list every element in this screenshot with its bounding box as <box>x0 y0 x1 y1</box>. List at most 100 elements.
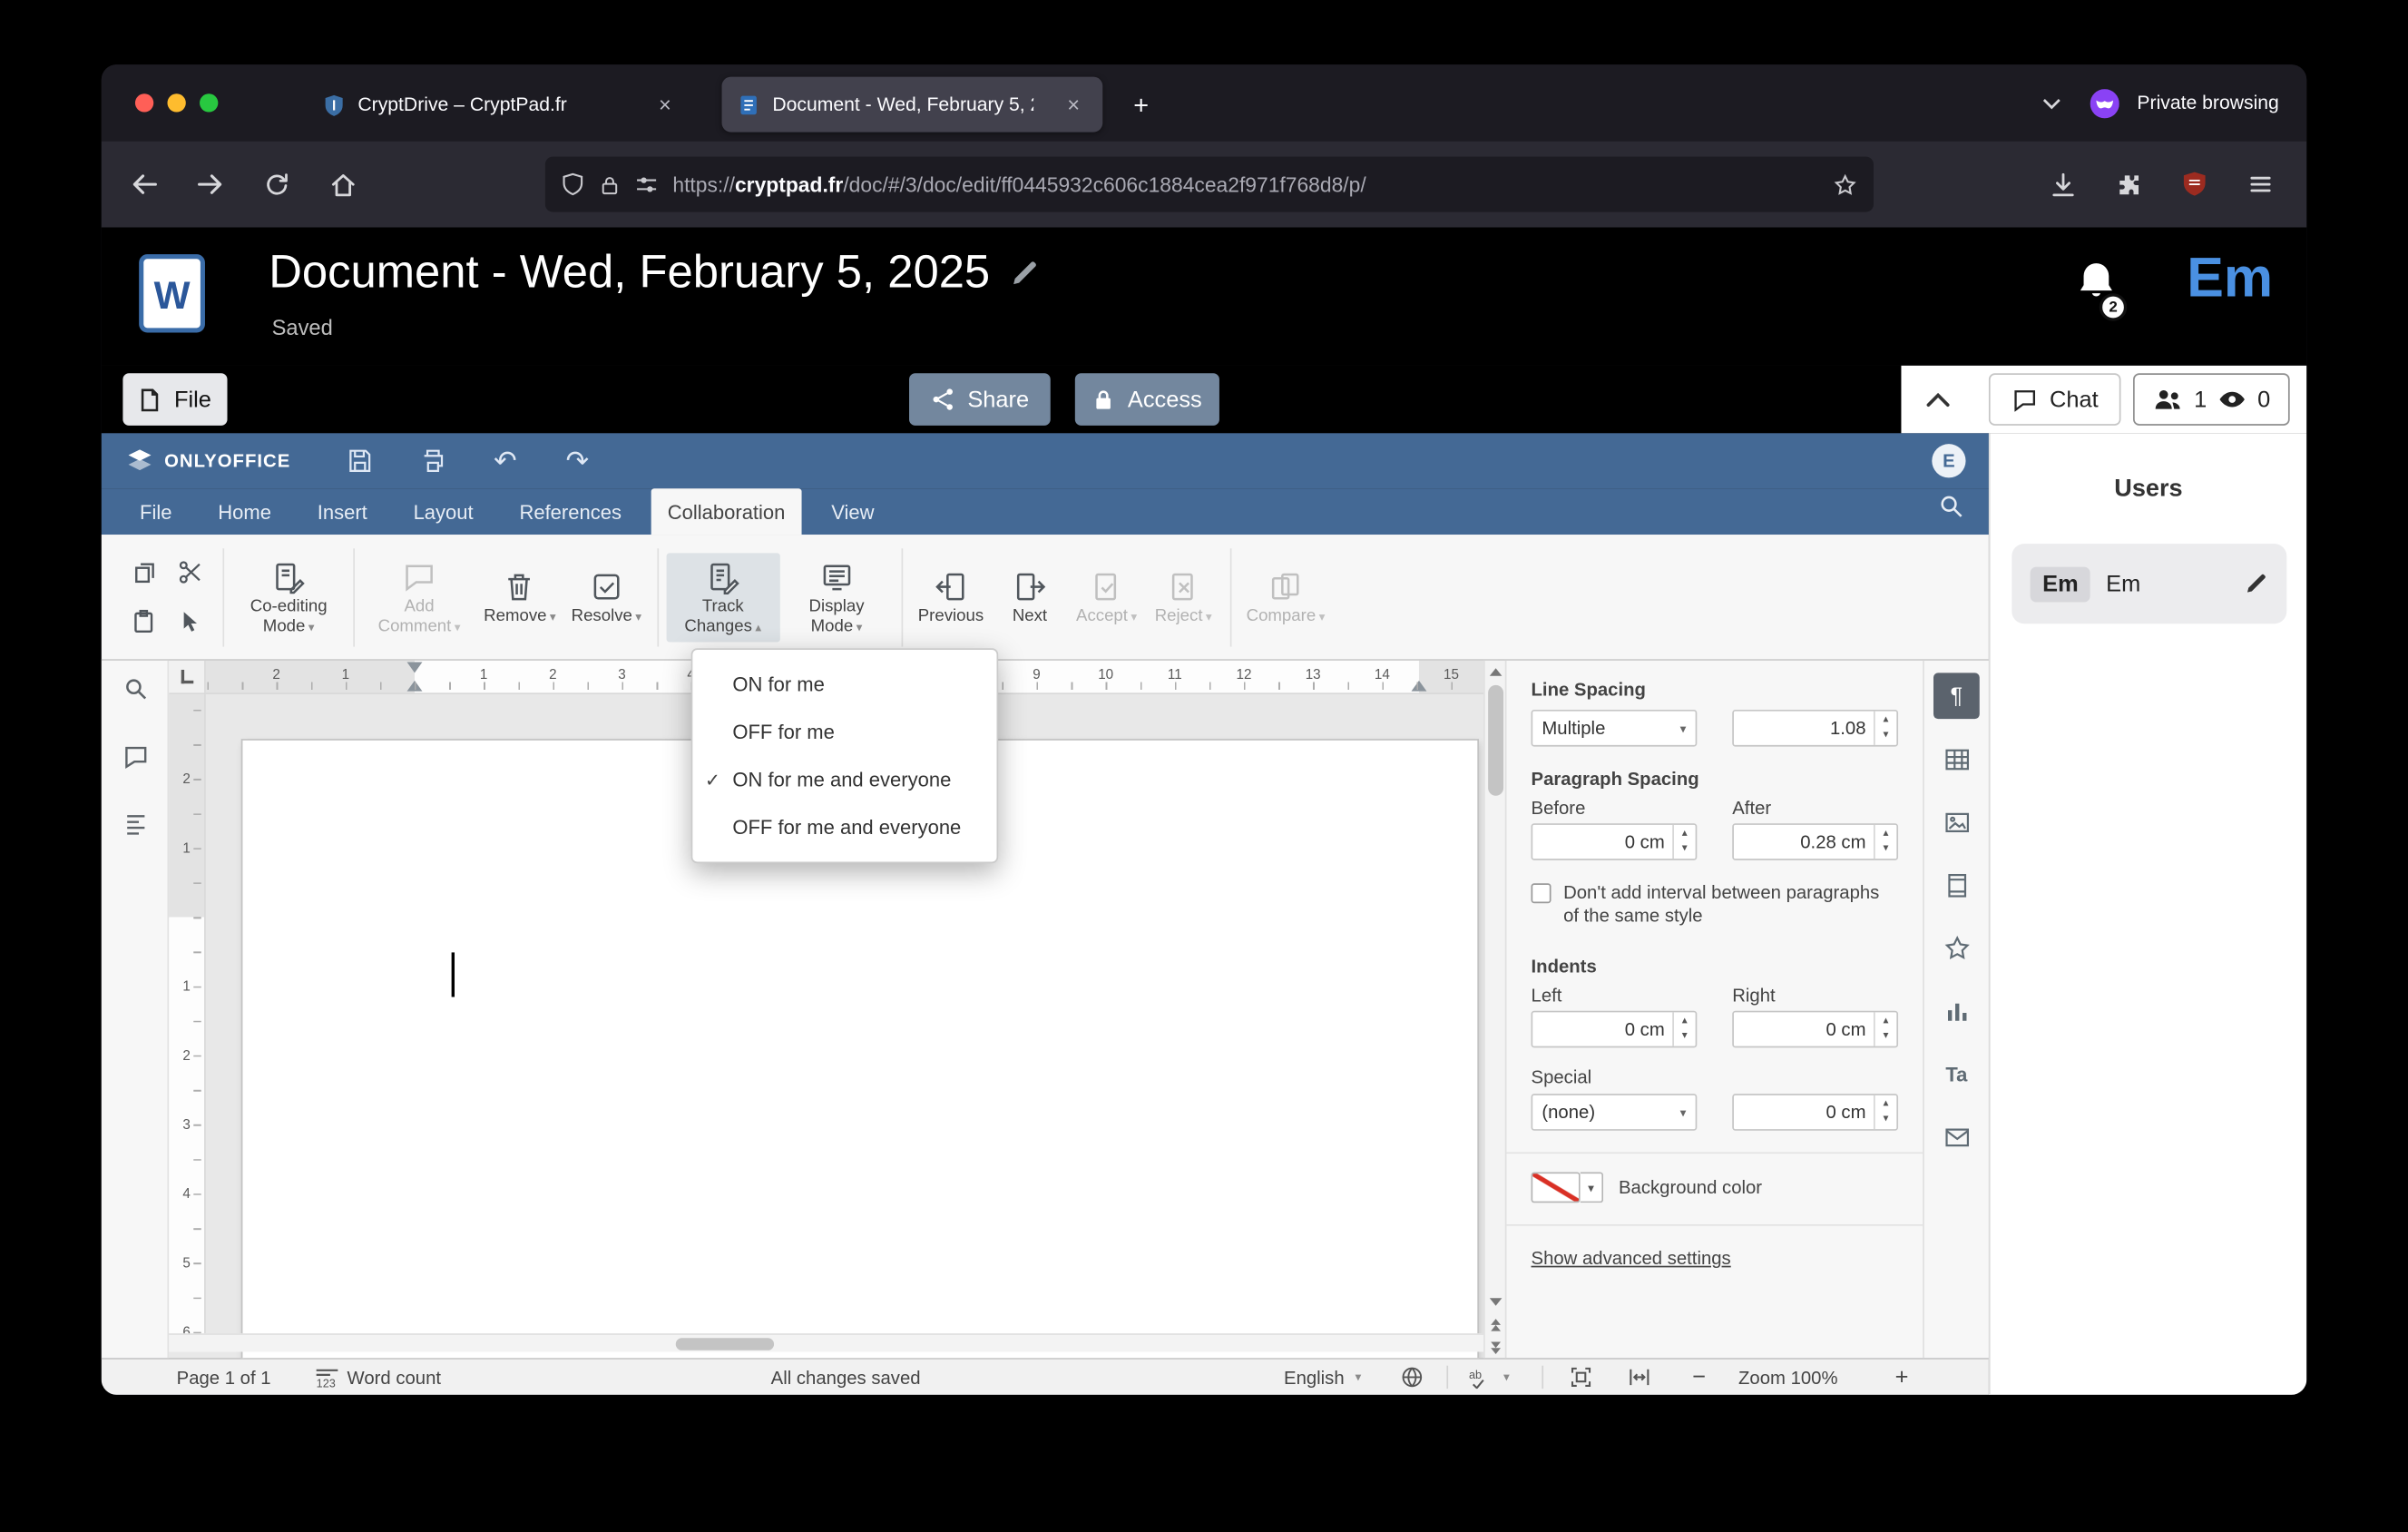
tab-file[interactable]: File <box>122 488 189 535</box>
connection-lock-icon[interactable] <box>599 172 621 195</box>
shape-settings-icon[interactable] <box>1933 925 1980 971</box>
current-user-chip[interactable]: Em <box>2030 565 2091 602</box>
editor-search-icon[interactable] <box>1938 493 1964 519</box>
v-ruler[interactable]: 21123456 <box>169 694 206 1340</box>
document-language-globe-icon[interactable] <box>1401 1360 1424 1395</box>
copy-icon[interactable] <box>130 559 156 585</box>
zoom-level[interactable]: Zoom 100% <box>1738 1360 1838 1395</box>
right-indent-marker[interactable] <box>1411 680 1427 692</box>
menu-item-off-for-everyone[interactable]: OFF for me and everyone <box>692 803 996 850</box>
access-button[interactable]: Access <box>1074 373 1219 426</box>
print-button[interactable] <box>413 441 453 481</box>
word-count-button[interactable]: 123 Word count <box>315 1360 441 1395</box>
paste-icon[interactable] <box>130 608 156 634</box>
fit-to-width-button[interactable] <box>1628 1360 1650 1395</box>
text-art-settings-icon[interactable]: Ta <box>1933 1051 1980 1097</box>
horizontal-scroll-thumb[interactable] <box>675 1338 775 1350</box>
horizontal-scrollbar[interactable] <box>169 1333 1484 1352</box>
close-window-button[interactable] <box>134 93 154 113</box>
line-spacing-amount-input[interactable]: 1.08 ▴ ▾ <box>1732 709 1899 747</box>
track-changes-button[interactable]: Track Changes ▴ <box>666 552 780 642</box>
vertical-scroll-thumb[interactable] <box>1488 684 1504 796</box>
spinner-arrows-icon[interactable]: ▴ ▾ <box>1873 1012 1896 1046</box>
menu-item-on-for-everyone[interactable]: ✓ ON for me and everyone <box>692 756 996 803</box>
url-bar[interactable]: https://cryptpad.fr/doc/#/3/doc/edit/ff0… <box>544 156 1874 212</box>
onlyoffice-logo[interactable]: ONLYOFFICE <box>126 447 291 475</box>
image-settings-icon[interactable] <box>1933 799 1980 845</box>
spinner-arrows-icon[interactable]: ▴ ▾ <box>1672 824 1695 859</box>
spinner-arrows-icon[interactable]: ▴ ▾ <box>1873 711 1896 745</box>
next-change-button[interactable]: Next <box>992 562 1069 631</box>
resolve-button[interactable]: Resolve ▾ <box>563 562 649 631</box>
extensions-puzzle-icon[interactable] <box>2104 160 2153 209</box>
new-tab-button[interactable]: + <box>1121 86 1161 126</box>
tab-insert[interactable]: Insert <box>300 488 384 535</box>
next-page-button[interactable] <box>1485 1337 1507 1359</box>
find-icon[interactable] <box>113 667 156 710</box>
traffic-lights[interactable] <box>134 93 219 113</box>
edit-title-pencil-icon[interactable] <box>1009 258 1040 289</box>
editor-user-avatar[interactable]: E <box>1932 444 1966 478</box>
participants-box[interactable]: 1 0 <box>2133 373 2290 426</box>
menu-item-on-for-me[interactable]: ON for me <box>692 661 996 708</box>
mail-merge-settings-icon[interactable] <box>1933 1114 1980 1160</box>
zoom-in-button[interactable]: + <box>1895 1360 1909 1395</box>
spacing-before-input[interactable]: 0 cm ▴ ▾ <box>1531 823 1698 860</box>
minimize-window-button[interactable] <box>167 93 186 113</box>
page-indicator[interactable]: Page 1 of 1 <box>177 1360 271 1395</box>
previous-change-button[interactable]: Previous <box>910 562 991 631</box>
language-selector[interactable]: English ▾ <box>1284 1360 1361 1395</box>
tab-references[interactable]: References <box>503 488 639 535</box>
chat-button[interactable]: Chat <box>1988 373 2121 426</box>
fit-to-page-button[interactable] <box>1570 1360 1592 1395</box>
tab-layout[interactable]: Layout <box>396 488 490 535</box>
url-text[interactable]: https://cryptpad.fr/doc/#/3/doc/edit/ff0… <box>672 172 1818 195</box>
user-list-item[interactable]: Em Em <box>2012 544 2287 624</box>
reload-button[interactable] <box>252 160 301 209</box>
background-color-dropdown-icon[interactable]: ▾ <box>1580 1172 1604 1203</box>
tab-stop-selector[interactable] <box>169 660 206 695</box>
spellcheck-toggle[interactable]: ab ▾ <box>1468 1360 1510 1395</box>
forward-button[interactable] <box>186 160 235 209</box>
special-indent-select[interactable]: (none) ▾ <box>1531 1094 1698 1131</box>
previous-page-button[interactable] <box>1485 1313 1507 1335</box>
select-all-icon[interactable] <box>176 608 202 634</box>
bookmark-star-icon[interactable] <box>1832 172 1858 198</box>
edit-user-name-pencil-icon[interactable] <box>2244 572 2268 596</box>
coediting-mode-button[interactable]: Co-editing Mode ▾ <box>232 552 346 641</box>
menu-item-off-for-me[interactable]: OFF for me <box>692 708 996 755</box>
interval-checkbox[interactable] <box>1531 883 1551 904</box>
zoom-out-button[interactable]: − <box>1692 1360 1706 1395</box>
tracking-protection-shield-icon[interactable] <box>561 172 585 197</box>
ublock-origin-icon[interactable] <box>2170 160 2219 209</box>
redo-button[interactable]: ↷ <box>557 441 597 481</box>
menu-hamburger-icon[interactable] <box>2236 160 2285 209</box>
remove-comment-button[interactable]: Remove ▾ <box>476 562 563 631</box>
left-indent-marker[interactable] <box>406 680 423 692</box>
spacing-after-input[interactable]: 0.28 cm ▴ ▾ <box>1732 823 1899 860</box>
home-button[interactable] <box>318 160 367 209</box>
spinner-arrows-icon[interactable]: ▴ ▾ <box>1873 824 1896 859</box>
navigation-headings-icon[interactable] <box>113 802 156 845</box>
tab-close-icon[interactable]: × <box>1060 93 1087 117</box>
vertical-scrollbar[interactable] <box>1483 660 1507 1359</box>
line-spacing-select[interactable]: Multiple ▾ <box>1531 709 1698 747</box>
scroll-up-arrow-icon[interactable] <box>1485 661 1507 683</box>
show-advanced-settings-link[interactable]: Show advanced settings <box>1532 1247 1731 1269</box>
background-color-swatch[interactable] <box>1531 1172 1581 1203</box>
notifications-bell-icon[interactable]: 2 <box>2073 258 2128 321</box>
indent-left-input[interactable]: 0 cm ▴ ▾ <box>1531 1010 1698 1048</box>
undo-button[interactable]: ↶ <box>485 441 525 481</box>
chart-settings-icon[interactable] <box>1933 987 1980 1034</box>
back-button[interactable] <box>120 160 169 209</box>
comments-panel-icon[interactable] <box>113 734 156 777</box>
file-button[interactable]: File <box>122 373 228 426</box>
downloads-button[interactable] <box>2038 160 2087 209</box>
paragraph-settings-icon[interactable]: ¶ <box>1933 673 1980 720</box>
cut-icon[interactable] <box>176 559 202 585</box>
tab-home[interactable]: Home <box>201 488 289 535</box>
spinner-arrows-icon[interactable]: ▴ ▾ <box>1672 1012 1695 1046</box>
spinner-arrows-icon[interactable]: ▴ ▾ <box>1873 1095 1896 1130</box>
save-button[interactable] <box>339 441 379 481</box>
collapse-toolbar-chevron-icon[interactable] <box>1916 379 1959 419</box>
